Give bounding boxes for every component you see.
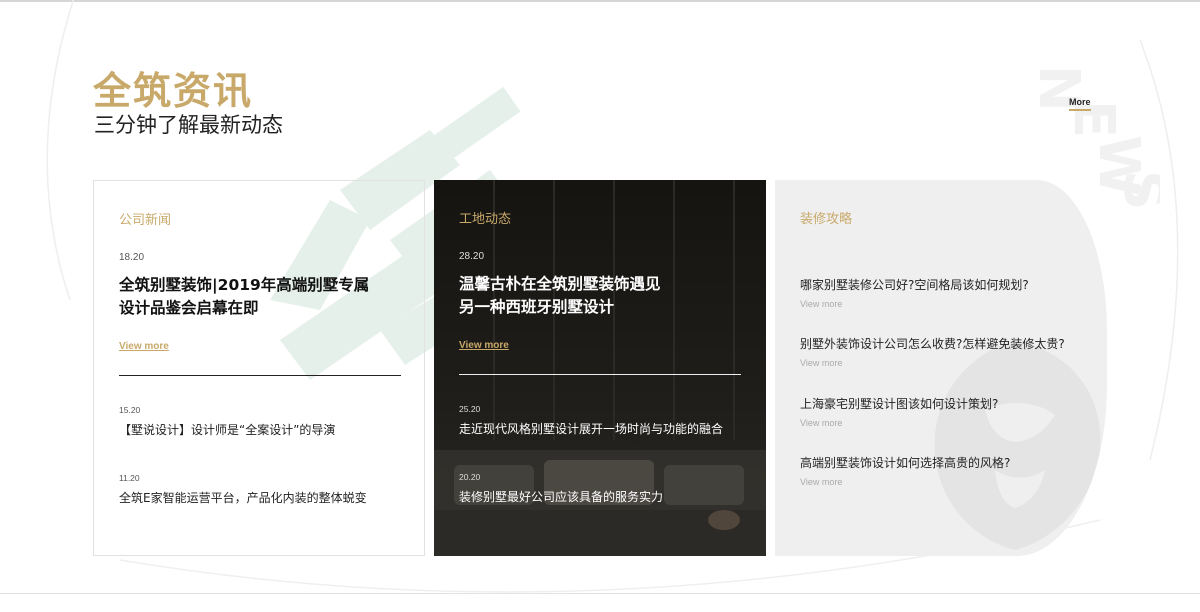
news-date: 15.20 <box>119 405 141 415</box>
news-date: 20.20 <box>459 472 481 482</box>
bottom-rule <box>0 593 1200 594</box>
more-link[interactable]: More <box>1069 97 1091 111</box>
news-title[interactable]: 全筑E家智能运营平台，产品化内装的整体蜕变 <box>119 489 409 506</box>
guide-title[interactable]: 哪家别墅装修公司好?空间格局该如何规划? <box>800 276 1100 293</box>
view-more-link[interactable]: View more <box>800 477 1100 487</box>
site-news-card: 工地动态 28.20 温馨古朴在全筑别墅装饰遇见 另一种西班牙别墅设计 View… <box>434 180 766 556</box>
news-list-item[interactable]: 25.20 走近现代风格别墅设计展开一场时尚与功能的融合 <box>459 404 749 437</box>
company-news-card: 公司新闻 18.20 全筑别墅装饰|2019年高端别墅专属 设计品鉴会启幕在即 … <box>93 180 425 556</box>
view-more-link[interactable]: View more <box>800 299 1100 309</box>
guide-list-item[interactable]: 高端别墅装饰设计如何选择高贵的风格? View more <box>800 454 1100 487</box>
featured-headline-line[interactable]: 全筑别墅装饰|2019年高端别墅专属 <box>119 274 409 297</box>
card-title[interactable]: 工地动态 <box>459 208 511 227</box>
divider <box>459 374 741 375</box>
section-title: 全筑资讯 <box>93 69 254 113</box>
guide-title[interactable]: 高端别墅装饰设计如何选择高贵的风格? <box>800 454 1100 471</box>
news-title[interactable]: 装修别墅最好公司应该具备的服务实力 <box>459 488 749 505</box>
news-title[interactable]: 走近现代风格别墅设计展开一场时尚与功能的融合 <box>459 420 749 437</box>
guide-list-item[interactable]: 哪家别墅装修公司好?空间格局该如何规划? View more <box>800 276 1100 309</box>
featured-date: 28.20 <box>459 251 485 262</box>
guide-list-item[interactable]: 上海豪宅别墅设计图该如何设计策划? View more <box>800 395 1100 428</box>
card-title[interactable]: 公司新闻 <box>119 209 171 228</box>
decor-letter-w: W <box>1086 135 1151 197</box>
view-more-link[interactable]: View more <box>800 358 1100 368</box>
featured-headline[interactable]: 温馨古朴在全筑别墅装饰遇见 另一种西班牙别墅设计 <box>459 273 749 319</box>
divider <box>119 375 401 376</box>
featured-headline-line[interactable]: 另一种西班牙别墅设计 <box>459 296 749 319</box>
guide-card: 装修攻略 哪家别墅装修公司好?空间格局该如何规划? View more 别墅外装… <box>775 180 1107 556</box>
view-more-link[interactable]: View more <box>119 341 169 352</box>
news-title[interactable]: 【墅说设计】设计师是“全案设计”的导演 <box>119 421 409 438</box>
news-list-item[interactable]: 11.20 全筑E家智能运营平台，产品化内装的整体蜕变 <box>119 473 409 506</box>
view-more-link[interactable]: View more <box>800 418 1100 428</box>
card-title[interactable]: 装修攻略 <box>800 208 852 227</box>
news-list-item[interactable]: 20.20 装修别墅最好公司应该具备的服务实力 <box>459 472 749 505</box>
news-date: 11.20 <box>119 473 140 483</box>
news-date: 25.20 <box>459 404 481 414</box>
guide-title[interactable]: 上海豪宅别墅设计图该如何设计策划? <box>800 395 1100 412</box>
view-more-link[interactable]: View more <box>459 340 509 351</box>
news-list-item[interactable]: 15.20 【墅说设计】设计师是“全案设计”的导演 <box>119 405 409 438</box>
section-subtitle: 三分钟了解最新动态 <box>94 113 283 137</box>
decor-letter-s: S <box>1111 170 1160 210</box>
top-rule <box>0 0 1200 2</box>
guide-title[interactable]: 别墅外装饰设计公司怎么收费?怎样避免装修太贵? <box>800 335 1100 352</box>
featured-headline-line[interactable]: 设计品鉴会启幕在即 <box>119 297 409 320</box>
featured-headline-line[interactable]: 温馨古朴在全筑别墅装饰遇见 <box>459 273 749 296</box>
featured-headline[interactable]: 全筑别墅装饰|2019年高端别墅专属 设计品鉴会启幕在即 <box>119 274 409 320</box>
guide-list-item[interactable]: 别墅外装饰设计公司怎么收费?怎样避免装修太贵? View more <box>800 335 1100 368</box>
featured-date: 18.20 <box>119 252 145 263</box>
